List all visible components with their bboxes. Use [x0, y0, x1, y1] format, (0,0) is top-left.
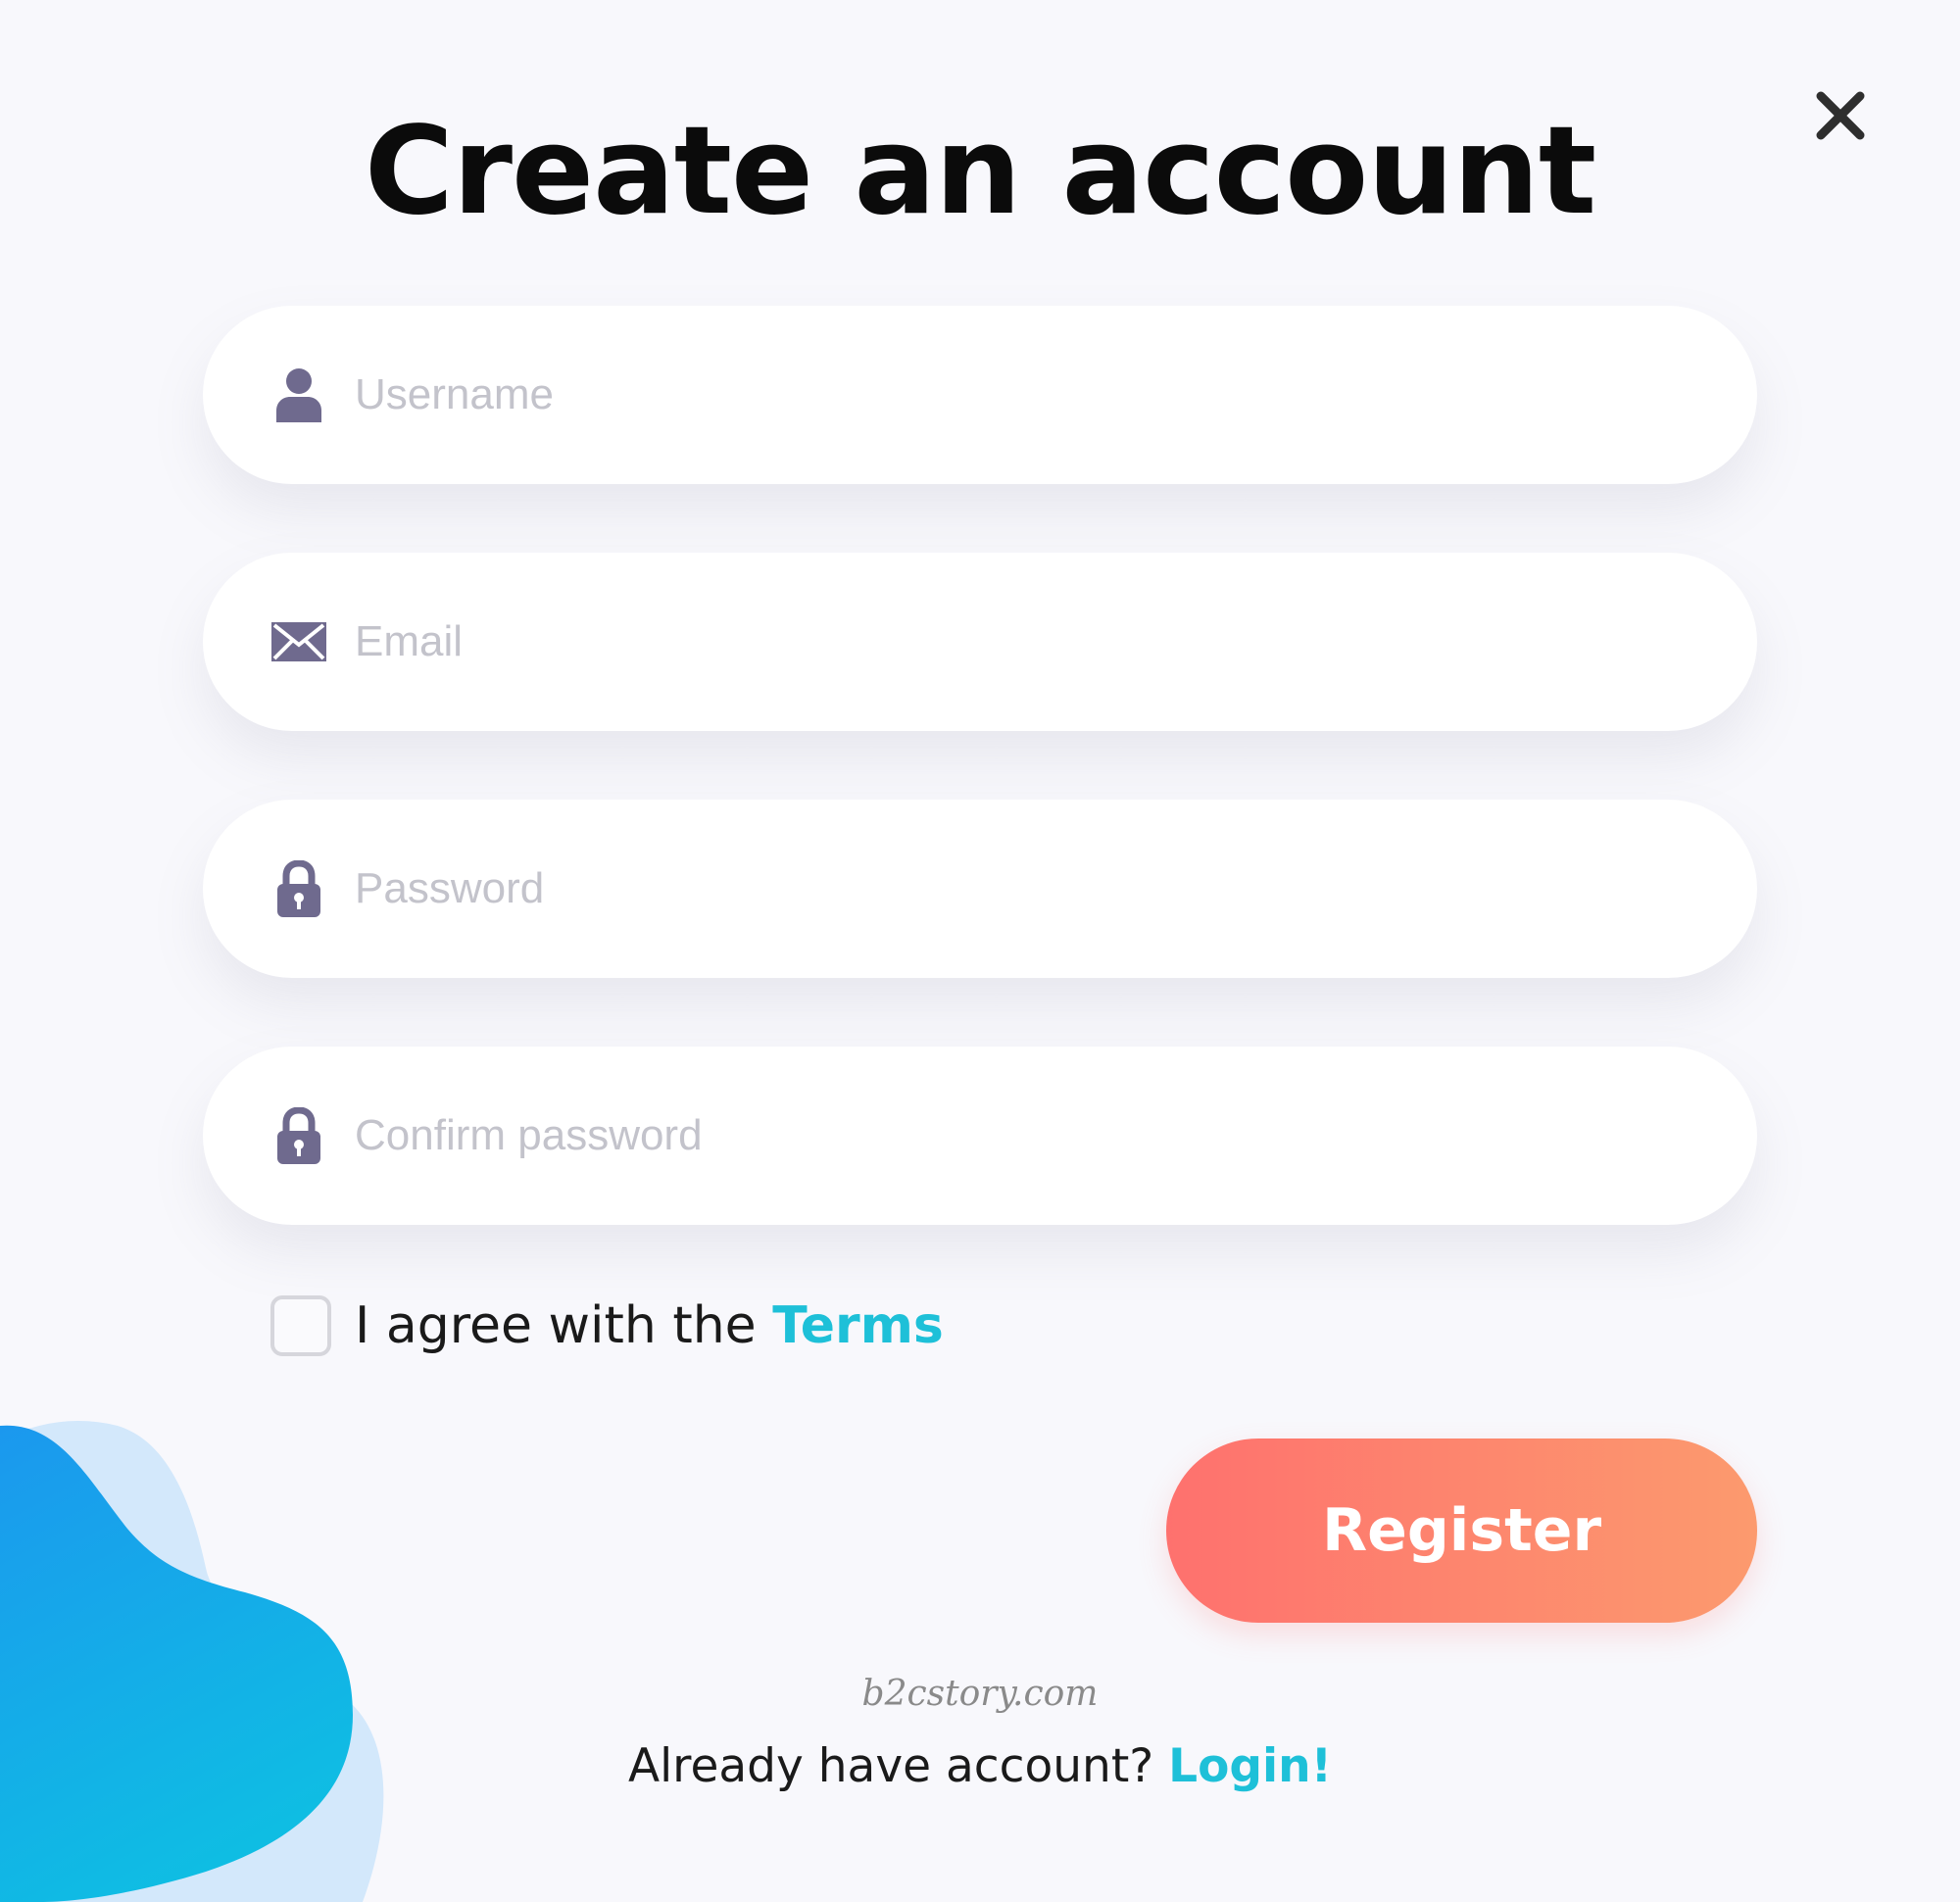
lock-icon	[271, 1106, 326, 1165]
password-field-wrapper[interactable]	[203, 800, 1757, 978]
confirm-password-field-wrapper[interactable]	[203, 1047, 1757, 1225]
username-field-wrapper[interactable]	[203, 306, 1757, 484]
username-input[interactable]	[355, 306, 1698, 484]
terms-label-text: I agree with the	[355, 1296, 757, 1355]
user-icon	[271, 366, 326, 424]
envelope-icon	[271, 612, 326, 671]
register-button[interactable]: Register	[1166, 1439, 1757, 1623]
password-input[interactable]	[355, 800, 1698, 978]
terms-checkbox[interactable]	[270, 1295, 331, 1356]
login-prompt: Already have account? Login!	[0, 1739, 1960, 1793]
email-field-wrapper[interactable]	[203, 553, 1757, 731]
login-prompt-text: Already have account?	[627, 1739, 1154, 1793]
confirm-password-input[interactable]	[355, 1047, 1698, 1225]
terms-label: I agree with the Terms	[355, 1296, 944, 1355]
terms-link[interactable]: Terms	[772, 1296, 944, 1355]
terms-agreement: I agree with the Terms	[270, 1292, 944, 1360]
login-link[interactable]: Login!	[1168, 1739, 1332, 1793]
email-input[interactable]	[355, 553, 1698, 731]
lock-icon	[271, 859, 326, 918]
watermark: b2cstory.com	[861, 1674, 1099, 1714]
dialog-title: Create an account	[364, 101, 1596, 242]
